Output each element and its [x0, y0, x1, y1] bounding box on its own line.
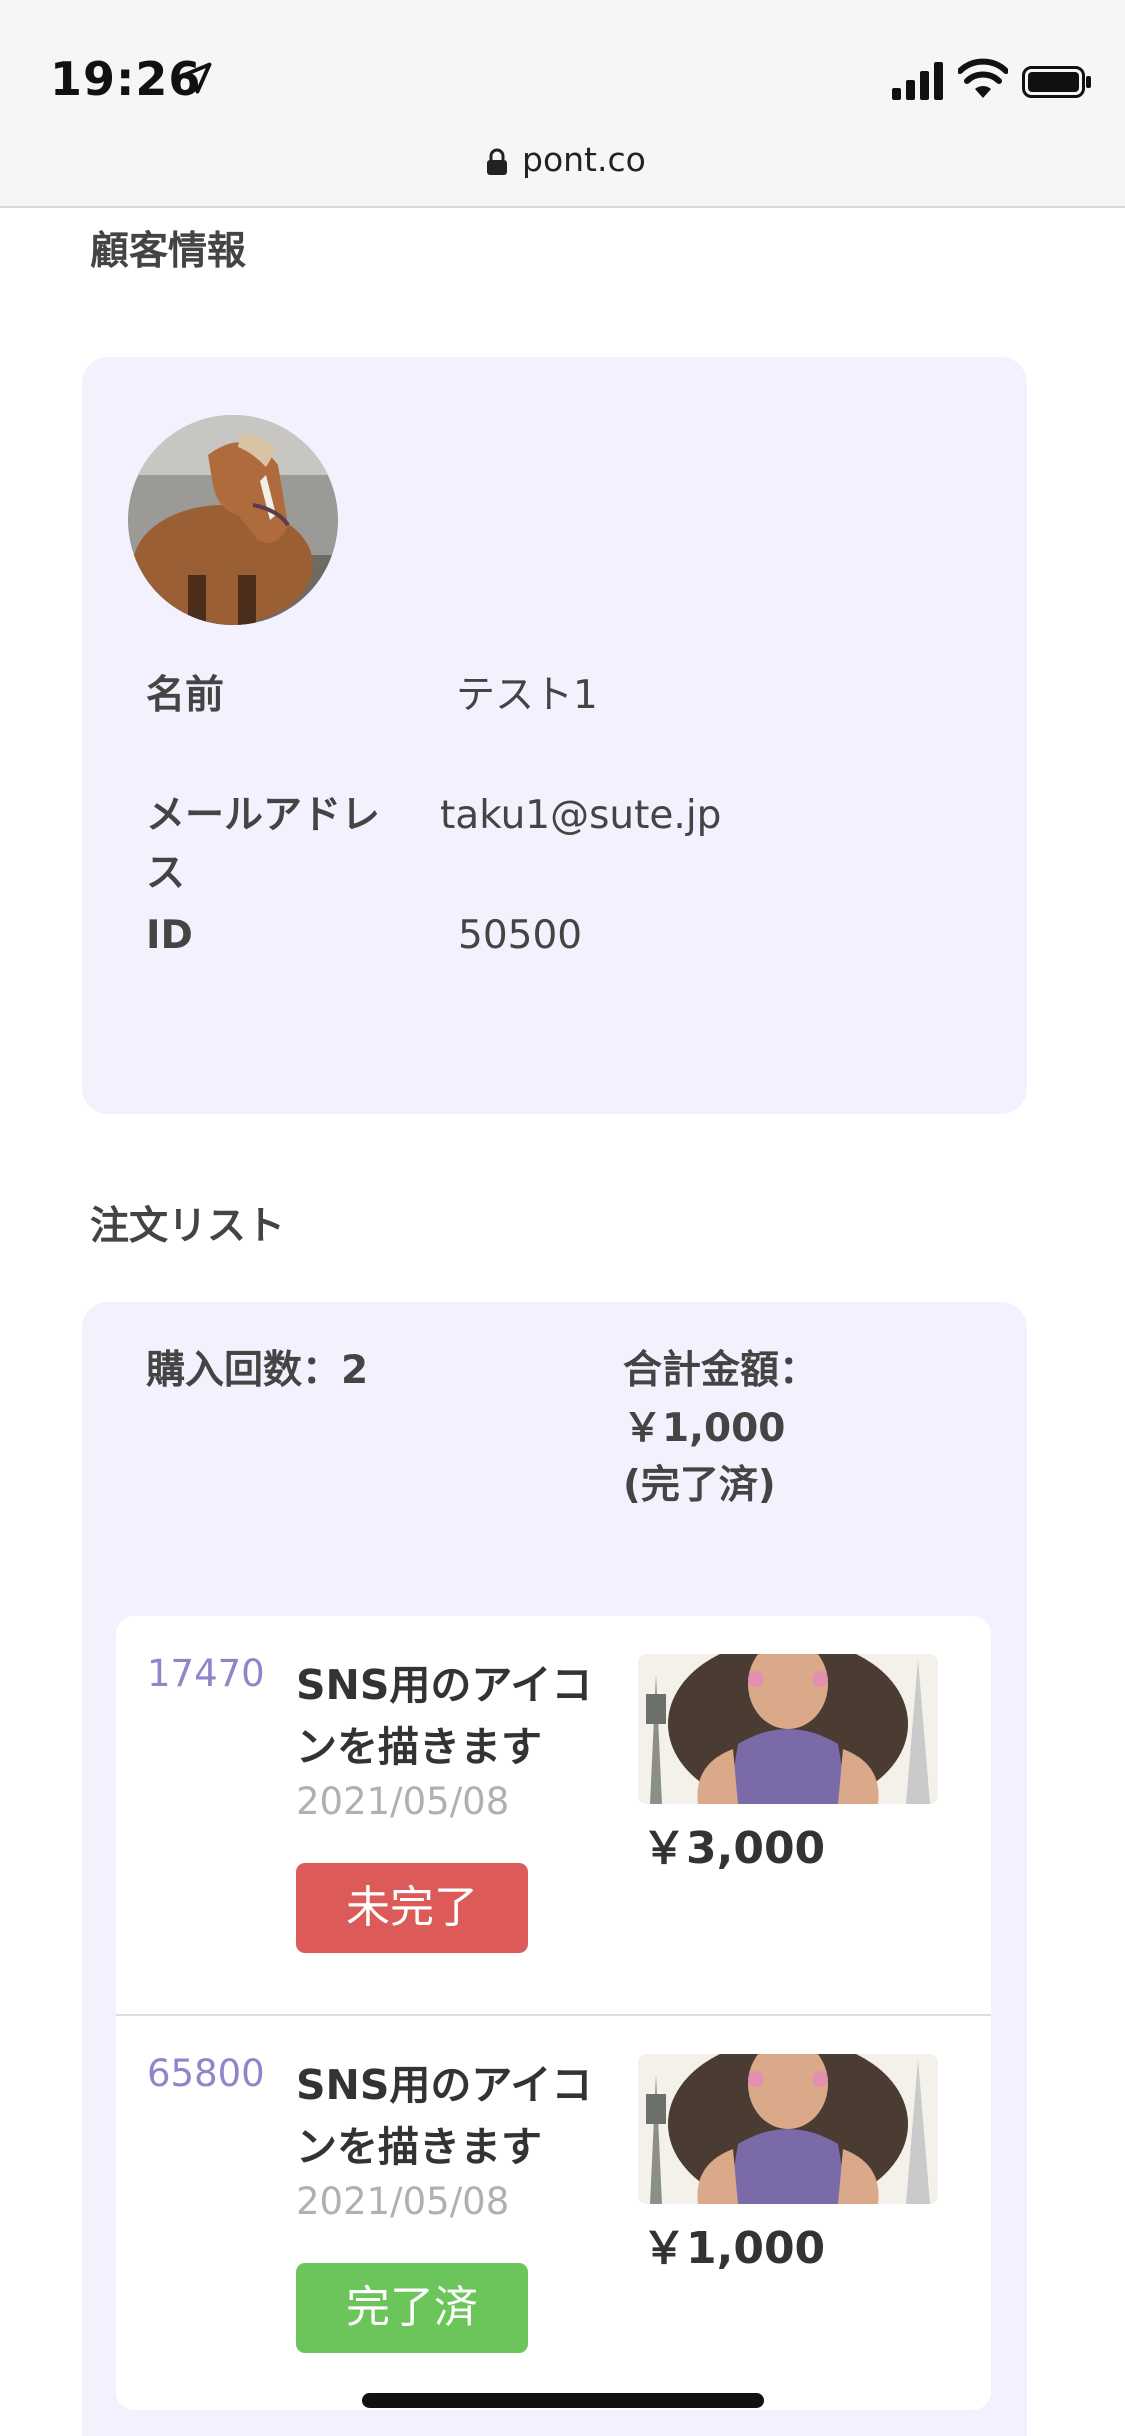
- status-bar: 19:26: [0, 0, 1125, 140]
- location-arrow-icon: [180, 62, 212, 94]
- customer-info-title: 顧客情報: [90, 229, 247, 274]
- wifi-icon: [958, 58, 1008, 98]
- order-card: 17470 SNS用のアイコンを描きます 2021/05/08 未完了 ￥3,0…: [116, 1616, 991, 2410]
- product-thumbnail[interactable]: [638, 1654, 938, 1804]
- status-incomplete-button[interactable]: 未完了: [296, 1863, 528, 1953]
- id-value: 50500: [458, 913, 583, 958]
- lock-icon: [487, 148, 507, 175]
- address-bar[interactable]: pont.co: [0, 140, 1125, 208]
- order-item[interactable]: 65800 SNS用のアイコンを描きます 2021/05/08 完了済 ￥1,0…: [116, 2016, 991, 2414]
- order-item[interactable]: 17470 SNS用のアイコンを描きます 2021/05/08 未完了 ￥3,0…: [116, 1616, 991, 2016]
- name-value: テスト1: [456, 673, 598, 718]
- total-value: ￥1,000: [623, 1406, 786, 1451]
- horse-photo-icon: [128, 415, 338, 625]
- order-id[interactable]: 17470: [147, 1652, 265, 1695]
- illustration-icon: [638, 2054, 938, 2204]
- home-indicator[interactable]: [362, 2393, 764, 2408]
- order-title[interactable]: SNS用のアイコンを描きます: [296, 2054, 626, 2178]
- status-complete-button[interactable]: 完了済: [296, 2263, 528, 2353]
- order-title[interactable]: SNS用のアイコンを描きます: [296, 1654, 626, 1778]
- illustration-icon: [638, 1654, 938, 1804]
- total-label: 合計金額：: [623, 1348, 819, 1393]
- cellular-signal-icon: [892, 62, 943, 100]
- email-label: メールアドレス: [146, 793, 381, 896]
- name-label: 名前: [146, 673, 225, 718]
- order-list-title: 注文リスト: [90, 1204, 286, 1249]
- total-status: (完了済): [623, 1463, 776, 1508]
- customer-avatar: [128, 415, 338, 625]
- purchase-count: 購入回数：2: [146, 1348, 369, 1393]
- email-value: taku1@sute.jp: [440, 793, 722, 838]
- order-price: ￥1,000: [642, 2223, 826, 2274]
- order-id[interactable]: 65800: [147, 2052, 265, 2095]
- order-date: 2021/05/08: [296, 1780, 510, 1823]
- id-label: ID: [146, 913, 193, 958]
- url-text[interactable]: pont.co: [522, 140, 646, 179]
- customer-info-panel: 名前 テスト1 メールアドレス taku1@sute.jp ID 50500: [82, 357, 1027, 1114]
- order-date: 2021/05/08: [296, 2180, 510, 2223]
- order-price: ￥3,000: [642, 1823, 826, 1874]
- product-thumbnail[interactable]: [638, 2054, 938, 2204]
- battery-icon: [1022, 66, 1091, 98]
